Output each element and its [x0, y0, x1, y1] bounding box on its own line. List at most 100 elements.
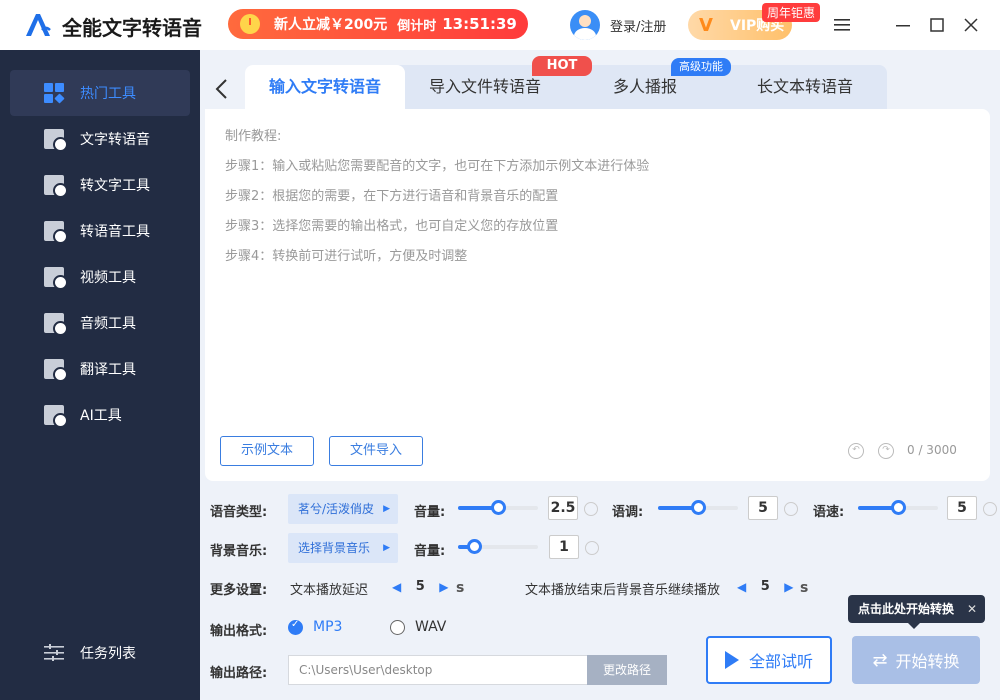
bgm-volume-value[interactable]: 1: [549, 535, 579, 559]
tab-input-text[interactable]: 输入文字转语音: [245, 65, 405, 109]
sidebar-item-text-to-speech[interactable]: 文字转语音: [10, 116, 190, 162]
pitch-slider[interactable]: [658, 500, 738, 516]
increase-arrow-icon[interactable]: ▶: [784, 580, 793, 594]
translate-icon: [44, 359, 68, 382]
bgm-volume-reset-icon[interactable]: [585, 541, 599, 555]
minimize-icon[interactable]: [894, 16, 912, 34]
task-list-label: 任务列表: [80, 646, 136, 662]
file-import-button[interactable]: 文件导入: [329, 436, 423, 466]
audio-icon: [44, 313, 68, 336]
char-counter: 0 / 3000: [907, 443, 957, 457]
user-login[interactable]: 登录/注册: [570, 10, 666, 40]
app-logo-icon: [26, 14, 51, 36]
voice-type-select[interactable]: 茗兮/活泼俏皮: [288, 494, 398, 524]
bgm-volume-slider[interactable]: [458, 539, 538, 555]
sidebar-item-label: 视频工具: [80, 270, 136, 286]
vip-crown-icon: V: [699, 14, 713, 36]
text-to-speech-icon: [44, 129, 68, 152]
sidebar-item-label: 转语音工具: [80, 224, 150, 240]
sidebar-item-task-list[interactable]: 任务列表: [10, 630, 190, 676]
login-register-link[interactable]: 登录/注册: [610, 16, 666, 35]
pitch-value[interactable]: 5: [748, 496, 778, 520]
sidebar-item-audio[interactable]: 音频工具: [10, 300, 190, 346]
delay-unit: s: [456, 580, 465, 596]
avatar[interactable]: [570, 10, 600, 40]
tutorial-step: 步骤2：根据您的需要，在下方进行语音和背景音乐的配置: [225, 189, 559, 204]
task-list-icon: [44, 643, 64, 663]
sidebar-item-label: 文字转语音: [80, 132, 150, 148]
voice-type-label: 语音类型:: [210, 505, 268, 520]
decrease-arrow-icon[interactable]: ◀: [392, 580, 401, 594]
format-option-wav[interactable]: WAV: [390, 619, 446, 635]
format-option-label: MP3: [313, 619, 343, 635]
volume-value[interactable]: 2.5: [548, 496, 578, 520]
radio-checked-icon[interactable]: [288, 619, 303, 635]
tutorial-step: 步骤4：转换前可进行试听，方便及时调整: [225, 249, 468, 264]
tutorial-step: 步骤1：输入或粘贴您需要配音的文字，也可在下方添加示例文本进行体验: [225, 159, 650, 174]
sidebar-item-ai[interactable]: AI工具: [10, 392, 190, 438]
text-editor[interactable]: 制作教程: 步骤1：输入或粘贴您需要配音的文字，也可在下方添加示例文本进行体验 …: [205, 109, 990, 481]
tutorial-title: 制作教程:: [225, 129, 282, 144]
sidebar: 热门工具 文字转语音 转文字工具 转语音工具 视频工具 音频工具 翻译工具 AI…: [0, 50, 200, 700]
more-settings-label: 更多设置:: [210, 583, 268, 598]
ai-icon: [44, 405, 68, 428]
bgm-volume-label: 音量:: [414, 544, 446, 559]
redo-icon[interactable]: ↷: [878, 443, 894, 459]
main-panel: 输入文字转语音 导入文件转语音 多人播报 长文本转语音 HOT 高级功能 制作教…: [200, 50, 1000, 700]
preview-all-button[interactable]: 全部试听: [706, 636, 832, 684]
close-icon[interactable]: [962, 16, 980, 34]
hot-badge: HOT: [532, 56, 592, 76]
play-icon: [724, 651, 739, 669]
promo-banner[interactable]: 新人立减￥200元 倒计时 13:51:39: [228, 9, 528, 39]
tooltip-close-icon[interactable]: ✕: [967, 595, 977, 623]
sidebar-item-label: 热门工具: [80, 86, 136, 102]
increase-arrow-icon[interactable]: ▶: [439, 580, 448, 594]
promo-text: 新人立减￥200元: [274, 17, 388, 33]
bgm-continue-stepper[interactable]: ◀ 5 ▶: [737, 579, 793, 594]
bgm-select[interactable]: 选择背景音乐: [288, 533, 398, 563]
delay-value[interactable]: 5: [401, 579, 439, 594]
bgm-label: 背景音乐:: [210, 544, 268, 559]
change-path-button[interactable]: 更改路径: [587, 655, 667, 685]
output-path-label: 输出路径:: [210, 666, 268, 681]
maximize-icon[interactable]: [928, 16, 946, 34]
preview-all-label: 全部试听: [748, 652, 813, 671]
delay-label: 文本播放延迟: [290, 583, 369, 598]
tutorial-steps: 制作教程: 步骤1：输入或粘贴您需要配音的文字，也可在下方添加示例文本进行体验 …: [225, 125, 649, 275]
output-path-input[interactable]: C:\Users\User\desktop: [288, 655, 588, 685]
tab-long-text[interactable]: 长文本转语音: [730, 65, 880, 109]
advanced-badge: 高级功能: [671, 58, 731, 76]
to-speech-icon: [44, 221, 68, 244]
hot-tools-icon: [44, 83, 65, 104]
sidebar-item-video[interactable]: 视频工具: [10, 254, 190, 300]
start-convert-button[interactable]: ⇄ 开始转换: [852, 636, 980, 684]
speed-value[interactable]: 5: [947, 496, 977, 520]
sidebar-item-hot-tools[interactable]: 热门工具: [10, 70, 190, 116]
radio-unchecked-icon[interactable]: [390, 619, 405, 635]
sample-text-button[interactable]: 示例文本: [220, 436, 314, 466]
format-option-mp3[interactable]: MP3: [288, 619, 342, 635]
sidebar-item-label: 音频工具: [80, 316, 136, 332]
sidebar-item-to-text[interactable]: 转文字工具: [10, 162, 190, 208]
volume-reset-icon[interactable]: [584, 502, 598, 516]
decrease-arrow-icon[interactable]: ◀: [737, 580, 746, 594]
speed-reset-icon[interactable]: [983, 502, 997, 516]
tooltip-text: 点击此处开始转换: [858, 602, 955, 616]
format-option-label: WAV: [415, 619, 447, 635]
bgm-continue-label: 文本播放结束后背景音乐继续播放: [525, 583, 721, 598]
delay-stepper[interactable]: ◀ 5 ▶: [392, 579, 448, 594]
back-arrow-icon[interactable]: [214, 78, 228, 106]
speed-slider[interactable]: [858, 500, 938, 516]
sidebar-item-translate[interactable]: 翻译工具: [10, 346, 190, 392]
sidebar-item-label: 翻译工具: [80, 362, 136, 378]
undo-icon[interactable]: ↶: [848, 443, 864, 459]
bgm-continue-value[interactable]: 5: [746, 579, 784, 594]
convert-icon: ⇄: [872, 649, 888, 671]
vip-anniversary-badge: 周年钜惠: [762, 3, 821, 22]
pitch-label: 语调:: [612, 505, 644, 520]
sidebar-item-to-speech[interactable]: 转语音工具: [10, 208, 190, 254]
pitch-reset-icon[interactable]: [784, 502, 798, 516]
menu-icon[interactable]: [833, 16, 851, 34]
volume-slider[interactable]: [458, 500, 538, 516]
volume-label: 音量:: [414, 505, 446, 520]
